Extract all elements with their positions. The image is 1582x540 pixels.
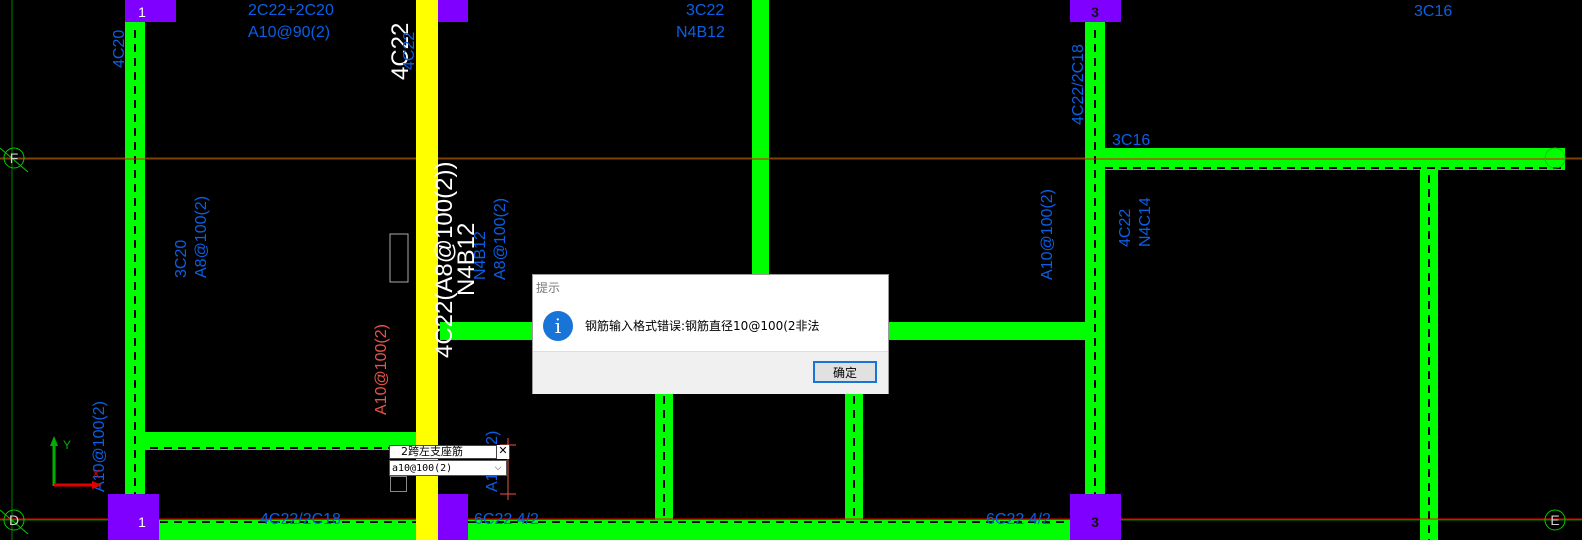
dialog-title: 提示 [536, 281, 561, 295]
columns[interactable] [108, 0, 1121, 540]
rebar-label[interactable]: 4C22/2C18 [260, 511, 341, 528]
beams[interactable] [125, 0, 1565, 540]
rebar-label-red[interactable]: A10@100(2) [373, 324, 390, 415]
rebar-label[interactable]: N4B12 [676, 24, 725, 41]
rebar-label[interactable]: 4C22/2C18 [1070, 44, 1087, 125]
editor-checkbox[interactable] [390, 476, 407, 492]
axis-label-3-bottom: 3 [1091, 514, 1099, 530]
cad-canvas[interactable]: 1 3 1 3 F D E 2C22+2C20 A10@90(2) 3C22 N… [0, 0, 1582, 540]
ok-button[interactable]: 确定 [813, 361, 877, 383]
editor-title: 2跨左支座筋 [389, 445, 510, 459]
dialog-message: 钢筋输入格式错误:钢筋直径10@100(2非法 [585, 319, 820, 333]
beam-vertical-mid[interactable] [752, 0, 769, 278]
beam-label-ghost: 4C22 [401, 32, 418, 70]
axis-label-1-top: 1 [138, 4, 146, 20]
dialog-footer: 确定 [533, 351, 888, 394]
rebar-label[interactable]: A8@100(2) [193, 196, 210, 278]
column-1-bottom[interactable] [108, 494, 159, 540]
rebar-label[interactable]: A8@100(2) [492, 198, 509, 280]
rebar-label[interactable]: A10@100(2) [1039, 189, 1056, 280]
beam-label[interactable]: N4B12 [453, 223, 480, 296]
axis-label-E: E [1550, 512, 1559, 528]
ucs-y-label: Y [63, 438, 71, 452]
rebar-label[interactable]: 2C22+2C20 [248, 2, 334, 19]
error-dialog: 提示 i 钢筋输入格式错误:钢筋直径10@100(2非法 确定 [532, 274, 889, 394]
rebar-label[interactable]: 4C22 [1117, 209, 1134, 247]
rebar-label[interactable]: 3C20 [173, 240, 190, 278]
beam-horizontal-mid-right[interactable] [888, 322, 1085, 340]
axis-label-1-bottom: 1 [138, 514, 146, 530]
column-1-top[interactable] [125, 0, 176, 22]
axis-label-F: F [10, 150, 19, 166]
dialog-body: i 钢筋输入格式错误:钢筋直径10@100(2非法 [533, 297, 888, 351]
ucs-x-label: X [92, 467, 100, 481]
rebar-label[interactable]: A10@90(2) [248, 24, 330, 41]
info-icon: i [543, 311, 573, 341]
rebar-label[interactable]: 3C16 [1112, 132, 1150, 149]
rebar-label[interactable]: 6C22 4/2 [474, 511, 539, 528]
close-icon[interactable]: ✕ [496, 445, 509, 459]
column-mid-bottom[interactable] [438, 494, 468, 540]
chevron-down-icon[interactable]: ⌵ [492, 461, 504, 475]
selection-marker [389, 233, 409, 283]
rebar-input[interactable] [392, 461, 488, 475]
rebar-label[interactable]: 3C16 [1414, 3, 1452, 20]
axis-label-3-top: 3 [1091, 4, 1099, 20]
rebar-input-combo[interactable]: ⌵ [389, 460, 507, 476]
rebar-label[interactable]: 6C22 4/2 [986, 511, 1051, 528]
column-mid-top[interactable] [438, 0, 468, 22]
rebar-label[interactable]: N4C14 [1137, 197, 1154, 247]
axis-label-D: D [9, 512, 19, 528]
rebar-label[interactable]: 3C22 [686, 2, 724, 19]
rebar-label[interactable]: 4C20 [111, 30, 128, 68]
